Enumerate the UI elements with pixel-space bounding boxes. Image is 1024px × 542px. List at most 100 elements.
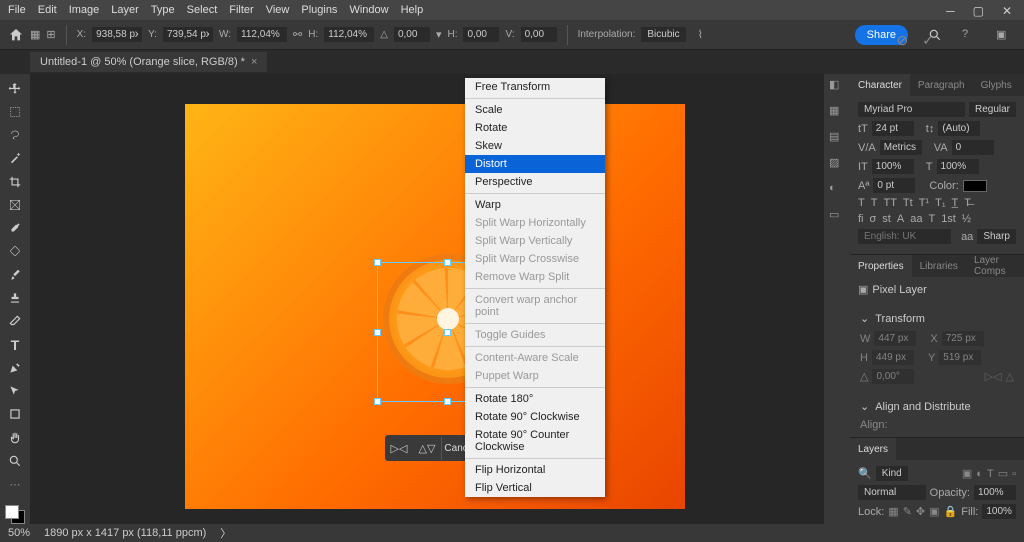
help-icon[interactable]: ?	[962, 28, 976, 42]
leading-input[interactable]: (Auto)	[938, 121, 980, 136]
menu-item-scale[interactable]: Scale	[465, 101, 605, 119]
handle-w[interactable]	[374, 329, 381, 336]
status-chevron-icon[interactable]: 〉	[220, 525, 231, 541]
interp-select[interactable]: Bicubic	[641, 27, 685, 42]
marquee-tool[interactable]	[3, 101, 27, 122]
language-select[interactable]: English: UK	[858, 229, 951, 244]
font-family-select[interactable]: Myriad Pro	[858, 102, 965, 117]
layer-filter-select[interactable]: Kind	[876, 466, 908, 481]
menu-plugins[interactable]: Plugins	[301, 4, 337, 16]
lock-all-icon[interactable]: 🔒	[944, 505, 958, 518]
lock-nest-icon[interactable]: ▣	[929, 505, 939, 518]
lock-pixel-icon[interactable]: ✎	[903, 505, 912, 518]
bold-btn[interactable]: T	[858, 197, 865, 209]
menu-image[interactable]: Image	[69, 4, 100, 16]
chevron-down-icon[interactable]: ⌄	[860, 400, 869, 413]
flip-h-icon[interactable]: ▷◁	[385, 442, 413, 455]
titling-btn[interactable]: T	[928, 213, 935, 225]
kerning-select[interactable]: Metrics	[880, 140, 922, 155]
handle-s[interactable]	[444, 398, 451, 405]
tab-character[interactable]: Character	[850, 74, 910, 96]
fractions-btn[interactable]: ½	[962, 213, 971, 225]
handle-n[interactable]	[444, 259, 451, 266]
baseline-input[interactable]: 0 pt	[873, 178, 915, 193]
menu-select[interactable]: Select	[187, 4, 218, 16]
minimize-icon[interactable]: ─	[946, 4, 955, 18]
tab-properties[interactable]: Properties	[850, 255, 912, 277]
menu-item-flip-horizontal[interactable]: Flip Horizontal	[465, 461, 605, 479]
angle-input[interactable]	[394, 27, 430, 42]
antialiasing-select[interactable]: Sharp	[977, 229, 1016, 244]
prop-y[interactable]: 519 px	[939, 350, 981, 365]
smallcaps-btn[interactable]: Tt	[903, 197, 913, 209]
strike-btn[interactable]: T̶	[964, 197, 971, 209]
y-input[interactable]	[163, 27, 213, 42]
handle-center[interactable]	[444, 329, 451, 336]
stamp-tool[interactable]	[3, 287, 27, 308]
menu-item-free-transform[interactable]: Free Transform	[465, 78, 605, 96]
lock-pos-icon[interactable]: ✥	[916, 505, 925, 518]
font-size-input[interactable]: 24 pt	[872, 121, 914, 136]
warp-icon[interactable]: ⌇	[698, 28, 703, 41]
flip-v-icon[interactable]: △▽	[413, 442, 441, 455]
path-tool[interactable]	[3, 380, 27, 401]
ligatures-btn[interactable]: fi	[858, 213, 864, 225]
menu-help[interactable]: Help	[401, 4, 424, 16]
prop-h[interactable]: 449 px	[872, 350, 914, 365]
lasso-tool[interactable]	[3, 125, 27, 146]
menu-item-warp[interactable]: Warp	[465, 196, 605, 214]
crop-tool[interactable]	[3, 171, 27, 192]
menu-item-perspective[interactable]: Perspective	[465, 173, 605, 191]
swash-btn[interactable]: A	[897, 213, 904, 225]
healing-tool[interactable]	[3, 241, 27, 262]
menu-item-flip-vertical[interactable]: Flip Vertical	[465, 479, 605, 497]
pen-tool[interactable]	[3, 357, 27, 378]
skew-h-input[interactable]	[463, 27, 499, 42]
italic-btn[interactable]: T	[871, 197, 878, 209]
subscript-btn[interactable]: T₁	[935, 197, 945, 209]
hand-tool[interactable]	[3, 427, 27, 448]
superscript-btn[interactable]: T¹	[919, 197, 929, 209]
filter-shape-icon[interactable]: ▭	[998, 467, 1008, 480]
eraser-tool[interactable]	[3, 311, 27, 332]
workspace-icon[interactable]: ▣	[996, 28, 1010, 42]
document-tab[interactable]: Untitled-1 @ 50% (Orange slice, RGB/8) *…	[30, 52, 267, 72]
adjustments-panel-icon[interactable]: ◐	[829, 182, 845, 198]
menu-file[interactable]: File	[8, 4, 26, 16]
transform-icon[interactable]: ▦	[30, 28, 40, 41]
color-swatches[interactable]	[5, 505, 25, 524]
prop-x[interactable]: 725 px	[942, 331, 984, 346]
menu-type[interactable]: Type	[151, 4, 175, 16]
transform-icon-2[interactable]: ⊞	[46, 28, 55, 41]
opacity-input[interactable]: 100%	[974, 485, 1016, 500]
patterns-panel-icon[interactable]: ▨	[829, 156, 845, 172]
menu-item-rotate-90-counter-clockwise[interactable]: Rotate 90° Counter Clockwise	[465, 426, 605, 456]
menu-item-rotate[interactable]: Rotate	[465, 119, 605, 137]
tab-paragraph[interactable]: Paragraph	[910, 74, 973, 96]
canvas[interactable]: Free TransformScaleRotateSkewDistortPers…	[30, 74, 824, 524]
menu-view[interactable]: View	[266, 4, 290, 16]
contextual-btn[interactable]: σ	[870, 213, 877, 225]
gradients-panel-icon[interactable]: ▤	[829, 130, 845, 146]
close-icon[interactable]: ✕	[1002, 4, 1012, 18]
tracking-input[interactable]: 0	[952, 140, 994, 155]
filter-smart-icon[interactable]: ▫	[1012, 468, 1016, 480]
discretionary-btn[interactable]: st	[882, 213, 891, 225]
brush-tool[interactable]	[3, 264, 27, 285]
chevron-down-icon[interactable]: ⌄	[860, 312, 869, 325]
eyedropper-tool[interactable]	[3, 218, 27, 239]
fill-input[interactable]: 100%	[982, 504, 1016, 519]
filter-pixel-icon[interactable]: ▣	[962, 467, 972, 480]
flip-h-prop-icon[interactable]: ▷◁	[985, 370, 1002, 383]
menu-item-distort[interactable]: Distort	[465, 155, 605, 173]
menu-filter[interactable]: Filter	[229, 4, 253, 16]
font-style-select[interactable]: Regular	[969, 102, 1016, 117]
h-input[interactable]	[324, 27, 374, 42]
menu-layer[interactable]: Layer	[111, 4, 139, 16]
edit-toolbar-icon[interactable]: ⋯	[3, 474, 27, 495]
flip-v-prop-icon[interactable]: △	[1006, 370, 1014, 383]
type-tool[interactable]: T	[3, 334, 27, 355]
zoom-tool[interactable]	[3, 450, 27, 471]
filter-adjust-icon[interactable]: ◐	[976, 468, 983, 480]
color-panel-icon[interactable]: ◧	[829, 78, 845, 94]
